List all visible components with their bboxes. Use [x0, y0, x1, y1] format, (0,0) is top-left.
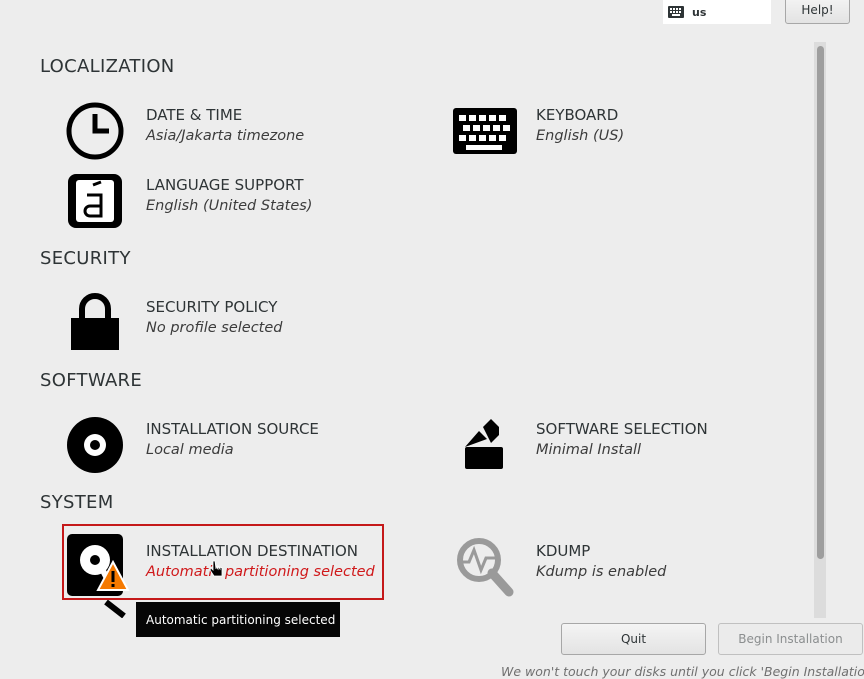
section-title-system: SYSTEM [40, 492, 114, 513]
quit-button[interactable]: Quit [561, 623, 706, 655]
installation-source-title: INSTALLATION SOURCE [146, 420, 319, 438]
section-title-localization: LOCALIZATION [40, 56, 175, 77]
disc-icon [60, 410, 130, 480]
network-icon-partial [104, 600, 126, 618]
language-icon [60, 166, 130, 236]
date-time-status: Asia/Jakarta timezone [146, 128, 305, 144]
language-support-status: English (United States) [146, 198, 313, 214]
keyboard-icon [450, 96, 520, 166]
section-title-software: SOFTWARE [40, 370, 143, 391]
security-policy-status: No profile selected [146, 320, 283, 336]
tooltip: Automatic partitioning selected [136, 602, 340, 637]
date-time-title: DATE & TIME [146, 106, 243, 124]
spoke-software-selection[interactable]: SOFTWARE SELECTION Minimal Install [430, 410, 770, 480]
kdump-status: Kdump is enabled [536, 564, 667, 580]
hand-cursor-icon [209, 560, 223, 577]
section-title-security: SECURITY [40, 248, 131, 269]
spoke-kdump[interactable]: KDUMP Kdump is enabled [430, 532, 770, 602]
warning-triangle-icon [96, 560, 130, 591]
package-icon [450, 410, 520, 480]
keyboard-small-icon [668, 6, 684, 18]
language-support-title: LANGUAGE SUPPORT [146, 176, 304, 194]
lock-icon [60, 288, 130, 358]
installation-destination-title: INSTALLATION DESTINATION [146, 542, 359, 560]
kdump-magnifier-icon [450, 532, 520, 602]
spoke-installation-source[interactable]: INSTALLATION SOURCE Local media [40, 410, 380, 480]
installation-source-status: Local media [146, 442, 234, 458]
clock-icon [60, 96, 130, 166]
keyboard-layout-label: us [692, 5, 707, 19]
security-policy-title: SECURITY POLICY [146, 298, 278, 316]
spoke-security-policy[interactable]: SECURITY POLICY No profile selected [40, 288, 380, 358]
kdump-title: KDUMP [536, 542, 591, 560]
scrollbar-thumb[interactable] [817, 46, 824, 559]
begin-installation-button[interactable]: Begin Installation [718, 623, 863, 655]
installation-destination-status: Automatic partitioning selected [146, 564, 375, 580]
spoke-date-time[interactable]: DATE & TIME Asia/Jakarta timezone [40, 96, 380, 166]
keyboard-status: English (US) [536, 128, 625, 144]
software-selection-status: Minimal Install [536, 442, 642, 458]
keyboard-title: KEYBOARD [536, 106, 619, 124]
keyboard-layout-indicator[interactable]: us [663, 0, 771, 24]
footer-note: We won't touch your disks until you clic… [501, 664, 864, 679]
spoke-language-support[interactable]: LANGUAGE SUPPORT English (United States) [40, 166, 380, 236]
software-selection-title: SOFTWARE SELECTION [536, 420, 708, 438]
spoke-keyboard[interactable]: KEYBOARD English (US) [430, 96, 770, 166]
help-button[interactable]: Help! [785, 0, 850, 24]
